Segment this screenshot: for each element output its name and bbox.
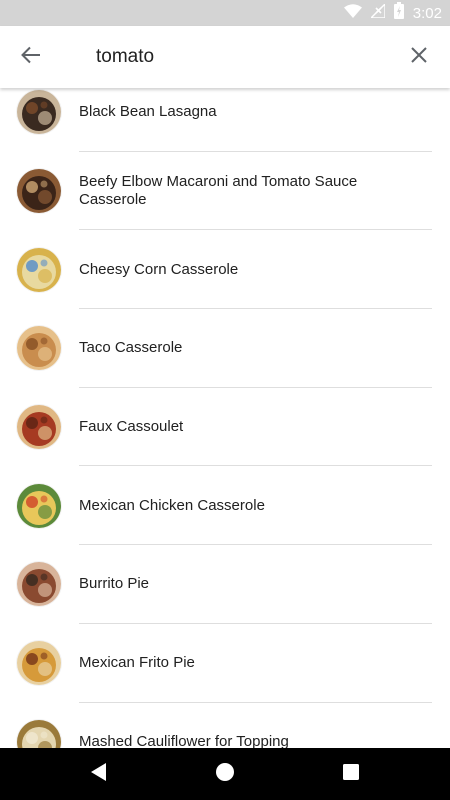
recipe-thumbnail [17,326,61,371]
recipe-title: Beefy Elbow Macaroni and Tomato Sauce Ca… [79,173,358,209]
list-item[interactable]: Mexican Frito Pie [0,624,450,703]
list-item[interactable]: Burrito Pie [0,545,450,624]
no-signal-icon [369,1,386,23]
list-item[interactable]: Mexican Chicken Casserole [0,466,450,546]
recents-square-icon [343,763,359,785]
recipe-thumbnail [17,169,61,214]
recipe-title: Mexican Chicken Casserole [79,496,265,514]
close-icon [411,46,427,68]
status-bar: 3:02 [0,0,450,26]
nav-home-button[interactable] [212,761,238,787]
list-item[interactable]: Taco Casserole [0,309,450,388]
home-circle-icon [215,762,235,787]
navigation-bar [0,748,450,800]
recipe-thumbnail [17,247,61,292]
results-list-inner: Black Bean Lasagna Beefy Elbow Macaroni a… [0,88,450,748]
recipe-thumbnail [17,90,61,135]
wifi-icon [343,3,362,23]
screen: 3:02 Black Bean Lasagna Beefy Elbow Macar… [0,0,450,800]
search-bar [0,26,450,88]
results-list[interactable]: Black Bean Lasagna Beefy Elbow Macaroni a… [0,88,450,748]
recipe-title: Mashed Cauliflower for Topping [79,732,289,748]
list-item[interactable]: Black Bean Lasagna [0,88,450,152]
recipe-title: Black Bean Lasagna [79,103,217,121]
recipe-thumbnail [17,483,61,528]
recipe-thumbnail [17,719,61,748]
recipe-title: Burrito Pie [79,575,150,593]
back-button[interactable] [14,40,48,74]
status-icons: 3:02 [343,0,442,26]
list-item[interactable]: Mashed Cauliflower for Topping [0,703,450,748]
recipe-thumbnail [17,641,61,686]
list-item[interactable]: Beefy Elbow Macaroni and Tomato Sauce Ca… [0,152,450,231]
recipe-title: Faux Cassoulet [79,418,184,436]
list-item[interactable]: Faux Cassoulet [0,388,450,467]
back-triangle-icon [91,762,107,786]
nav-recents-button[interactable] [338,761,364,787]
list-item[interactable]: Cheesy Corn Casserole [0,230,450,310]
battery-charging-icon [393,2,404,24]
clear-button[interactable] [402,40,436,74]
recipe-thumbnail [17,405,61,450]
recipe-thumbnail [17,562,61,607]
recipe-title: Cheesy Corn Casserole [79,260,239,278]
recipe-title: Mexican Frito Pie [79,654,195,672]
arrow-back-icon [21,46,41,69]
nav-back-button[interactable] [86,761,112,787]
search-input[interactable] [96,40,386,74]
status-time: 3:02 [412,4,442,22]
recipe-title: Taco Casserole [79,339,183,357]
